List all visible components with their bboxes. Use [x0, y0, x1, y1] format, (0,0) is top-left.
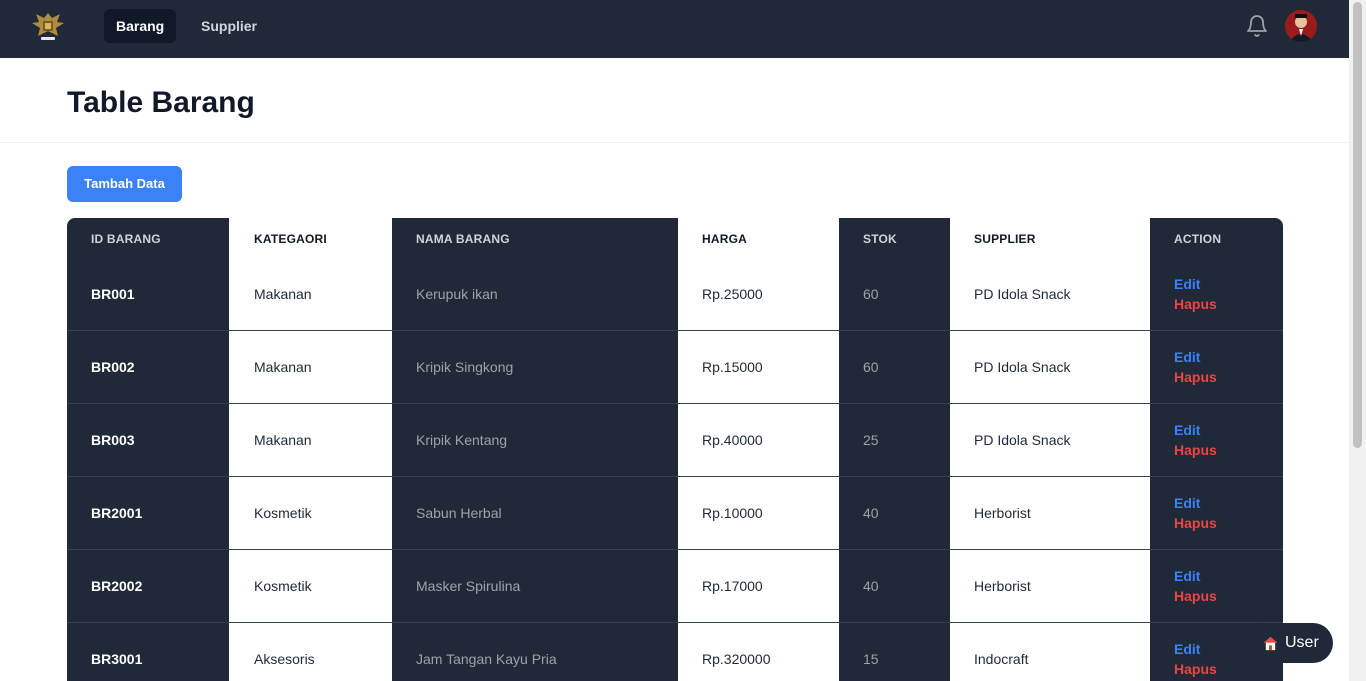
nav-link-supplier[interactable]: Supplier — [189, 9, 269, 43]
header-harga: HARGA — [702, 232, 747, 246]
header-stok: STOK — [863, 232, 897, 246]
cell-stok: 60 — [863, 286, 879, 302]
nav-link-barang[interactable]: Barang — [104, 9, 177, 43]
user-chip-label: User — [1285, 634, 1319, 651]
cell-supplier: Herborist — [974, 505, 1031, 521]
header-kategori: KATEGAORI — [254, 232, 327, 246]
cell-nama-barang: Jam Tangan Kayu Pria — [416, 651, 557, 667]
row-divider — [67, 403, 1283, 404]
garuda-emblem-icon[interactable] — [30, 9, 66, 43]
edit-link[interactable]: Edit — [1174, 495, 1200, 511]
bell-icon[interactable] — [1245, 14, 1269, 38]
cell-harga: Rp.40000 — [702, 432, 763, 448]
edit-link[interactable]: Edit — [1174, 568, 1200, 584]
cell-kategori: Makanan — [254, 359, 312, 375]
cell-id-barang: BR3001 — [91, 651, 143, 667]
header-nama-barang: NAMA BARANG — [416, 232, 510, 246]
cell-harga: Rp.17000 — [702, 578, 763, 594]
cell-stok: 40 — [863, 578, 879, 594]
cell-kategori: Makanan — [254, 286, 312, 302]
row-divider — [67, 330, 1283, 331]
cell-kategori: Makanan — [254, 432, 312, 448]
cell-stok: 25 — [863, 432, 879, 448]
cell-stok: 15 — [863, 651, 879, 667]
header-supplier: SUPPLIER — [974, 232, 1036, 246]
cell-supplier: PD Idola Snack — [974, 432, 1071, 448]
column-stok: STOK — [839, 218, 950, 681]
row-divider — [67, 549, 1283, 550]
header-action: ACTION — [1174, 232, 1222, 246]
delete-link[interactable]: Hapus — [1174, 442, 1217, 458]
scrollbar-thumb[interactable] — [1353, 2, 1362, 448]
cell-supplier: Herborist — [974, 578, 1031, 594]
cell-kategori: Kosmetik — [254, 505, 312, 521]
delete-link[interactable]: Hapus — [1174, 369, 1217, 385]
edit-link[interactable]: Edit — [1174, 276, 1200, 292]
page-header: Table Barang — [0, 58, 1349, 143]
cell-nama-barang: Kerupuk ikan — [416, 286, 498, 302]
edit-link[interactable]: Edit — [1174, 349, 1200, 365]
user-avatar[interactable] — [1285, 10, 1317, 42]
house-icon — [1263, 636, 1278, 651]
page-title: Table Barang — [67, 86, 255, 119]
cell-stok: 60 — [863, 359, 879, 375]
barang-table: ID BARANG KATEGAORI NAMA BARANG HARGA ST… — [67, 218, 1283, 681]
cell-id-barang: BR003 — [91, 432, 135, 448]
cell-kategori: Kosmetik — [254, 578, 312, 594]
cell-nama-barang: Sabun Herbal — [416, 505, 502, 521]
cell-supplier: Indocraft — [974, 651, 1029, 667]
user-switch-button[interactable]: User — [1245, 623, 1333, 663]
cell-id-barang: BR002 — [91, 359, 135, 375]
cell-nama-barang: Kripik Singkong — [416, 359, 514, 375]
page-scrollbar[interactable] — [1349, 0, 1366, 681]
cell-id-barang: BR001 — [91, 286, 135, 302]
cell-nama-barang: Masker Spirulina — [416, 578, 521, 594]
cell-id-barang: BR2002 — [91, 578, 143, 594]
cell-harga: Rp.15000 — [702, 359, 763, 375]
delete-link[interactable]: Hapus — [1174, 661, 1217, 677]
edit-link[interactable]: Edit — [1174, 641, 1200, 657]
delete-link[interactable]: Hapus — [1174, 515, 1217, 531]
cell-harga: Rp.10000 — [702, 505, 763, 521]
header-id-barang: ID BARANG — [91, 232, 161, 246]
row-divider — [67, 476, 1283, 477]
delete-link[interactable]: Hapus — [1174, 296, 1217, 312]
delete-link[interactable]: Hapus — [1174, 588, 1217, 604]
cell-supplier: PD Idola Snack — [974, 286, 1071, 302]
edit-link[interactable]: Edit — [1174, 422, 1200, 438]
cell-supplier: PD Idola Snack — [974, 359, 1071, 375]
cell-stok: 40 — [863, 505, 879, 521]
cell-nama-barang: Kripik Kentang — [416, 432, 508, 448]
cell-kategori: Aksesoris — [254, 651, 315, 667]
top-navbar: Barang Supplier — [0, 0, 1349, 58]
row-divider — [67, 622, 1283, 623]
add-data-button[interactable]: Tambah Data — [67, 166, 182, 202]
cell-id-barang: BR2001 — [91, 505, 143, 521]
cell-harga: Rp.320000 — [702, 651, 771, 667]
cell-harga: Rp.25000 — [702, 286, 763, 302]
